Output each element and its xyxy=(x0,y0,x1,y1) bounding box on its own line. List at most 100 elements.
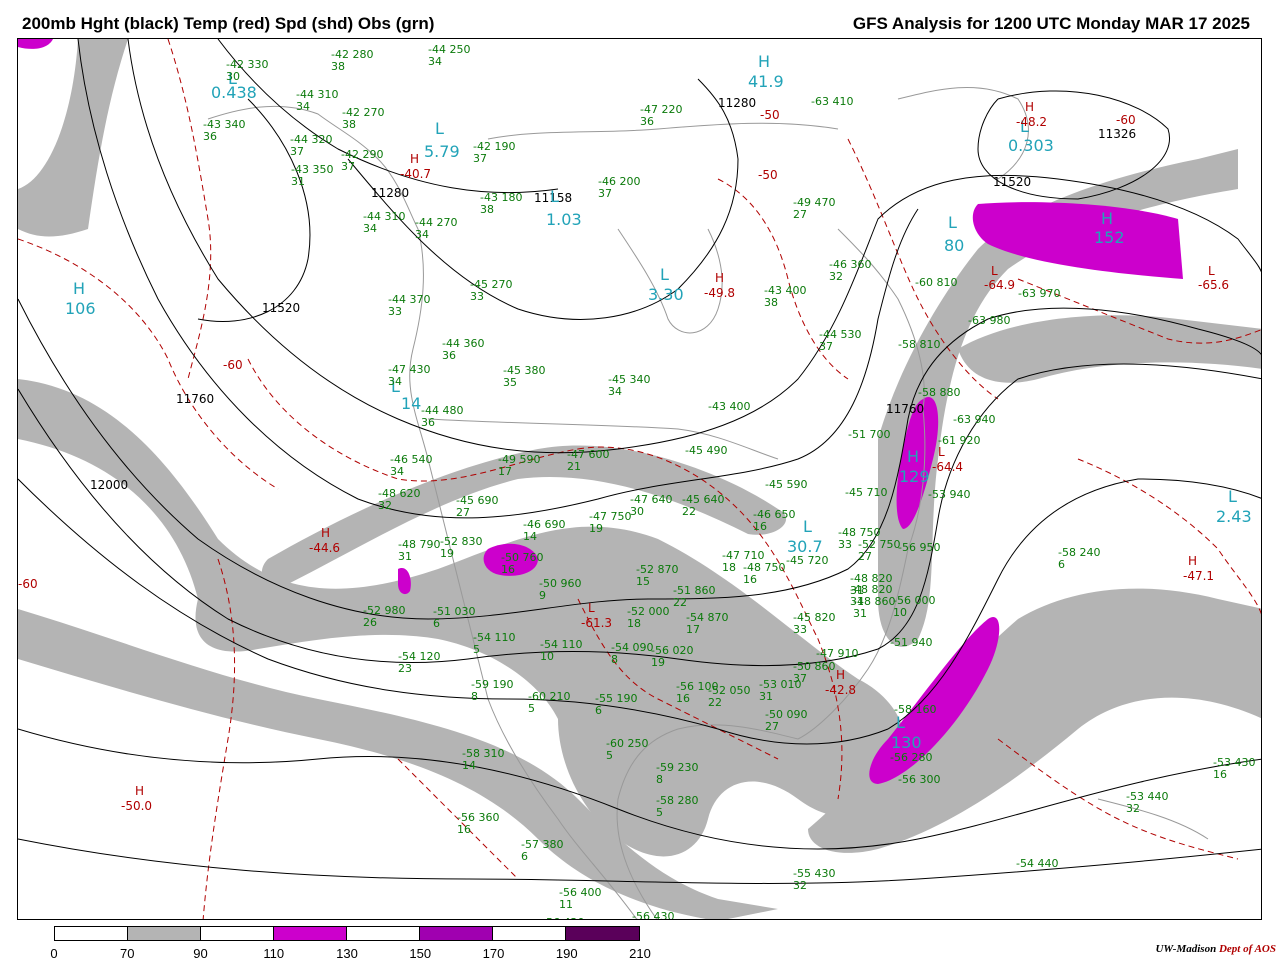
jet-max-northwest xyxy=(18,39,53,49)
station-obs: -53 940 xyxy=(928,489,970,500)
speed-center-letter: H xyxy=(1101,209,1114,228)
station-obs: -44 530 37 xyxy=(819,329,861,352)
station-obs: -56 420 xyxy=(542,917,584,919)
station-obs-dewpoint: 5 xyxy=(473,643,480,656)
station-obs: -42 280 38 xyxy=(331,49,373,72)
station-obs: -44 270 34 xyxy=(415,217,457,240)
station-obs-temp-height: -47 600 xyxy=(567,448,610,461)
station-obs: -59 230 8 xyxy=(656,762,698,785)
station-obs-temp-height: -50 860 xyxy=(793,660,836,673)
station-obs-dewpoint: 16 xyxy=(753,520,767,533)
station-obs: -48 790 31 xyxy=(398,539,440,562)
station-obs-dewpoint: 16 xyxy=(1213,768,1227,781)
station-obs-dewpoint: 38 xyxy=(764,296,778,309)
jet-max-west xyxy=(398,568,411,595)
map-canvas xyxy=(18,39,1261,919)
station-obs-temp-height: -56 000 xyxy=(893,594,936,607)
station-obs: -45 490 xyxy=(685,445,727,456)
station-obs-temp-height: -45 590 xyxy=(765,478,808,491)
station-obs: -55 430 32 xyxy=(793,868,835,891)
station-obs-temp-height: -61 920 xyxy=(938,434,981,447)
temp-center-value: -47.1 xyxy=(1183,569,1215,583)
jet-north-pacific xyxy=(18,39,128,237)
station-obs-dewpoint: 31 xyxy=(853,607,867,620)
station-obs-dewpoint: 22 xyxy=(682,505,696,518)
station-obs: -45 690 27 xyxy=(456,495,498,518)
station-obs-dewpoint: 27 xyxy=(793,208,807,221)
station-obs: -52 980 26 xyxy=(363,605,405,628)
isotherm-label: -60 xyxy=(223,358,243,372)
speed-center-letter: L xyxy=(1228,487,1237,506)
isotherm-label: -50 xyxy=(758,168,778,182)
station-obs-dewpoint: 33 xyxy=(470,290,484,303)
colorbar-tick: 150 xyxy=(409,946,432,961)
colorbar-tick: 190 xyxy=(555,946,578,961)
station-obs-dewpoint: 16 xyxy=(501,563,515,576)
station-obs: -57 380 6 xyxy=(521,839,563,862)
station-obs-dewpoint: 17 xyxy=(498,465,512,478)
station-obs: -43 350 31 xyxy=(291,164,333,187)
station-obs: -54 120 23 xyxy=(398,651,440,674)
station-obs: -44 360 36 xyxy=(442,338,484,361)
station-obs: -56 400 11 xyxy=(559,887,601,910)
height-label: 11760 xyxy=(176,392,215,406)
station-obs-temp-height: -45 720 xyxy=(786,554,829,567)
station-obs-temp-height: -47 430 xyxy=(388,363,431,376)
station-obs-temp-height: -58 160 xyxy=(894,703,937,716)
speed-center-value: 5.79 xyxy=(424,142,460,161)
station-obs: -51 030 6 xyxy=(433,606,475,629)
temp-center-value: -40.7 xyxy=(400,167,432,181)
station-obs-temp-height: -46 540 xyxy=(390,453,433,466)
station-obs-temp-height: -50 090 xyxy=(765,708,808,721)
station-obs-dewpoint: 8 xyxy=(656,773,663,786)
station-obs-temp-height: -63 980 xyxy=(968,314,1011,327)
station-obs-temp-height: -55 430 xyxy=(793,867,836,880)
station-obs-dewpoint: 33 xyxy=(793,623,807,636)
station-obs: -56 300 xyxy=(898,774,940,785)
station-obs: -42 270 38 xyxy=(342,107,384,130)
colorbar-segment xyxy=(420,927,493,940)
isotherm-1 xyxy=(167,39,212,380)
station-obs-temp-height: -42 280 xyxy=(331,48,374,61)
station-obs: -46 650 16 xyxy=(753,509,795,532)
station-obs: -58 240 6 xyxy=(1058,547,1100,570)
station-obs-temp-height: -46 650 xyxy=(753,508,796,521)
temp-center-letter: L xyxy=(991,264,998,278)
station-obs-dewpoint: 30 xyxy=(226,70,240,83)
station-obs-temp-height: -42 270 xyxy=(342,106,385,119)
station-obs-dewpoint: 37 xyxy=(290,145,304,158)
station-obs-dewpoint: 6 xyxy=(1058,558,1065,571)
station-obs-temp-height: -45 270 xyxy=(470,278,513,291)
station-obs-temp-height: -42 190 xyxy=(473,140,516,153)
colorbar-segment xyxy=(201,927,274,940)
station-obs-temp-height: -44 310 xyxy=(296,88,339,101)
temp-center-value: -61.3 xyxy=(581,616,613,630)
colorbar-segment xyxy=(55,927,128,940)
speed-center-value: 3.30 xyxy=(648,285,684,304)
station-obs: -44 310 34 xyxy=(296,89,338,112)
station-obs: -45 720 xyxy=(786,555,828,566)
station-obs: -60 250 5 xyxy=(606,738,648,761)
station-obs-dewpoint: 8 xyxy=(471,690,478,703)
credit-label: UW-Madison Dept of AOS xyxy=(1155,943,1276,955)
station-obs: -51 700 xyxy=(848,429,890,440)
station-obs: -45 270 33 xyxy=(470,279,512,302)
station-obs: -56 360 16 xyxy=(457,812,499,835)
temp-center-letter: H xyxy=(836,668,846,682)
station-obs-temp-height: -47 750 xyxy=(589,510,632,523)
temp-center-letter: L xyxy=(938,445,945,459)
station-obs: -50 960 9 xyxy=(539,578,581,601)
station-obs-temp-height: -51 030 xyxy=(433,605,476,618)
station-obs-temp-height: -56 430 xyxy=(632,910,675,920)
colorbar-tick: 130 xyxy=(336,946,358,961)
station-obs: -59 190 8 xyxy=(471,679,513,702)
colorbar-segment xyxy=(347,927,420,940)
station-obs-dewpoint: 6 xyxy=(433,617,440,630)
temp-center-letter: H xyxy=(321,526,331,540)
station-obs-dewpoint: 17 xyxy=(686,623,700,636)
station-obs-temp-height: -48 820 xyxy=(850,583,893,596)
station-obs-dewpoint: 5 xyxy=(606,749,613,762)
station-obs-temp-height: -52 000 xyxy=(627,605,670,618)
station-obs-temp-height: -63 970 xyxy=(1018,287,1061,300)
station-obs: -43 340 36 xyxy=(203,119,245,142)
